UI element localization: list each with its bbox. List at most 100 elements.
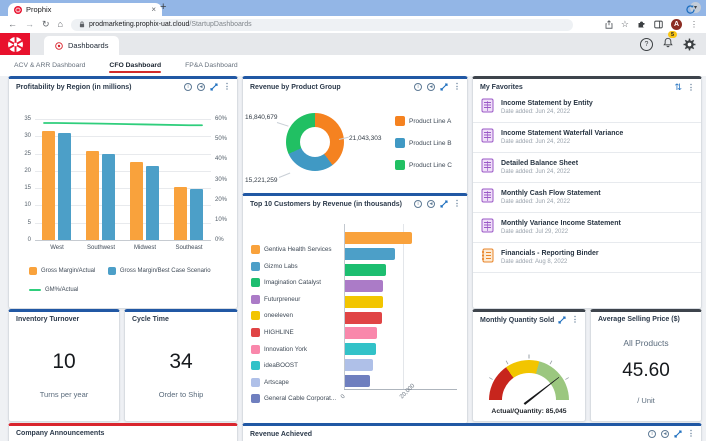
leader-line — [278, 172, 291, 178]
favorite-item-text: Detailed Balance Sheet Date added: Jun 24… — [501, 160, 578, 175]
address-bar[interactable]: prodmarketing.prophix-uat.cloud/StartupD… — [70, 18, 573, 31]
dashboard-tab-acv-arr-dashboard[interactable]: ACV & ARR Dashboard — [14, 58, 85, 73]
legend-item: Imagination Catalyst — [251, 278, 321, 288]
speaker-icon[interactable]: ◄ — [661, 430, 669, 438]
side-panel-icon[interactable] — [654, 20, 663, 29]
legend-item: Innovation York — [251, 344, 307, 354]
dashboard-tab-bar: ACV & ARR Dashboard CFO Dashboard FP&A Das… — [0, 55, 706, 76]
favorite-item[interactable]: Financials - Reporting Binder Date added:… — [473, 243, 701, 273]
legend-item: Product Line A — [395, 116, 451, 126]
favorite-item-title: Monthly Variance Income Statement — [501, 220, 621, 227]
favorite-item-date: Date added: Jun 24, 2022 — [501, 109, 571, 115]
prophix-logo-icon — [7, 36, 23, 52]
info-icon[interactable]: i — [414, 200, 422, 208]
bar-9 — [345, 359, 373, 372]
favorite-item[interactable]: Detailed Balance Sheet Date added: Jun 24… — [473, 153, 701, 183]
url-host: prodmarketing.prophix-uat.cloud — [88, 21, 190, 28]
expand-icon[interactable] — [674, 430, 682, 438]
bell-icon — [663, 37, 673, 48]
x-axis-tick: 20,000 — [399, 383, 417, 401]
notifications-bell[interactable]: 5 — [663, 31, 677, 53]
prophix-logo[interactable] — [0, 33, 30, 55]
card-title: Company Announcements — [16, 430, 105, 437]
favorite-item[interactable]: Income Statement by Entity Date added: Ju… — [473, 93, 701, 123]
bookmark-star-icon[interactable]: ☆ — [621, 20, 629, 29]
y-axis-tick-left: 10 — [24, 202, 31, 209]
share-icon[interactable] — [605, 20, 613, 29]
expand-icon[interactable] — [558, 316, 566, 324]
favorite-item[interactable]: Income Statement Waterfall Variance Date … — [473, 123, 701, 153]
more-options-icon[interactable]: ⋮ — [223, 83, 231, 91]
favorite-item-date: Date added: Jun 24, 2022 — [501, 169, 571, 175]
slice-value-label: 16,840,679 — [245, 114, 278, 121]
extensions-icon[interactable] — [637, 20, 646, 29]
card-title: Inventory Turnover — [16, 316, 80, 323]
settings-gear-icon[interactable] — [683, 38, 696, 51]
expand-icon[interactable] — [440, 200, 448, 208]
browser-menu-icon[interactable]: ⋮ — [690, 20, 698, 29]
favorite-item-text: Income Statement Waterfall Variance Date … — [501, 130, 623, 145]
bar-10 — [345, 375, 371, 388]
info-icon[interactable]: i — [648, 430, 656, 438]
legend-swatch — [251, 394, 260, 404]
close-tab-icon[interactable]: × — [151, 5, 156, 14]
browser-profile-avatar[interactable]: A — [671, 19, 682, 30]
card-title: Revenue Achieved — [250, 430, 312, 438]
forward-icon[interactable]: → — [25, 20, 34, 29]
more-options-icon[interactable]: ⋮ — [453, 200, 461, 208]
card-revenue-by-product-group: Revenue by Product Group i ◄ ⋮ 16,840,67… — [242, 76, 468, 194]
expand-icon[interactable] — [440, 83, 448, 91]
browser-tab[interactable]: Prophix × — [8, 3, 162, 16]
refresh-dashboard-icon[interactable] — [685, 4, 696, 15]
card-header: My Favorites ⇅ ⋮ — [473, 79, 701, 93]
favorite-item-text: Income Statement by Entity Date added: Ju… — [501, 100, 593, 115]
app-bar-actions: ? 5 — [640, 31, 696, 55]
speaker-icon[interactable]: ◄ — [197, 83, 205, 91]
app-tab-dashboards[interactable]: Dashboards — [44, 36, 120, 55]
legend-swatch — [107, 267, 116, 275]
card-top10-customers: Top 10 Customers by Revenue (in thousand… — [242, 193, 468, 424]
browser-toolbar: ← → ↻ ⌂ prodmarketing.prophix-uat.cloud/… — [0, 16, 706, 34]
help-icon[interactable]: ? — [640, 37, 653, 51]
favorite-item[interactable]: Monthly Cash Flow Statement Date added: J… — [473, 183, 701, 213]
dashboard-tab-fp-a-dashboard[interactable]: FP&A Dashboard — [185, 58, 238, 73]
more-options-icon[interactable]: ⋮ — [453, 83, 461, 91]
new-tab-button[interactable]: + — [160, 1, 166, 13]
info-icon[interactable]: i — [184, 83, 192, 91]
info-icon[interactable]: i — [414, 83, 422, 91]
bar-southwest — [86, 151, 99, 240]
report-icon — [481, 218, 494, 238]
more-options-icon[interactable]: ⋮ — [687, 83, 695, 92]
more-options-icon[interactable]: ⋮ — [687, 430, 695, 438]
leader-line — [276, 122, 289, 127]
dashboards-icon — [55, 41, 63, 50]
legend-swatch — [395, 160, 405, 170]
favorite-item-date: Date added: Jul 29, 2022 — [501, 229, 569, 235]
legend-item: Gross Margin/Actual — [29, 267, 95, 275]
x-axis-category: Midwest — [133, 245, 156, 251]
toolbar-actions: ☆ A ⋮ — [605, 19, 698, 30]
favorite-item[interactable]: Monthly Variance Income Statement Date ad… — [473, 213, 701, 243]
legend-swatch — [251, 344, 260, 354]
reload-icon[interactable]: ↻ — [42, 20, 50, 29]
card-monthly-quantity-sold: Monthly Quantity Sold ⋮ Actual/Quantity:… — [472, 309, 586, 422]
y-axis-tick-right: 40% — [215, 156, 228, 163]
card-company-announcements: Company Announcements — [8, 423, 238, 441]
x-axis-category: Southwest — [86, 245, 116, 251]
sort-icon[interactable]: ⇅ — [674, 83, 682, 92]
speaker-icon[interactable]: ◄ — [427, 83, 435, 91]
y-axis-tick-left: 25 — [24, 150, 31, 157]
favorite-item-title: Financials - Reporting Binder — [501, 250, 599, 257]
gridline — [35, 119, 211, 120]
card-revenue-achieved: Revenue Achieved i ◄ ⋮ — [242, 423, 702, 441]
dashboard-tab-cfo-dashboard[interactable]: CFO Dashboard — [109, 58, 161, 73]
expand-icon[interactable] — [210, 83, 218, 91]
bar-west — [42, 131, 55, 240]
app-tab-label: Dashboards — [68, 41, 109, 50]
home-icon[interactable]: ⌂ — [58, 20, 63, 29]
speaker-icon[interactable]: ◄ — [427, 200, 435, 208]
back-icon[interactable]: ← — [8, 20, 17, 29]
report-icon — [481, 128, 494, 148]
bar-3 — [345, 263, 386, 276]
more-options-icon[interactable]: ⋮ — [571, 316, 579, 324]
